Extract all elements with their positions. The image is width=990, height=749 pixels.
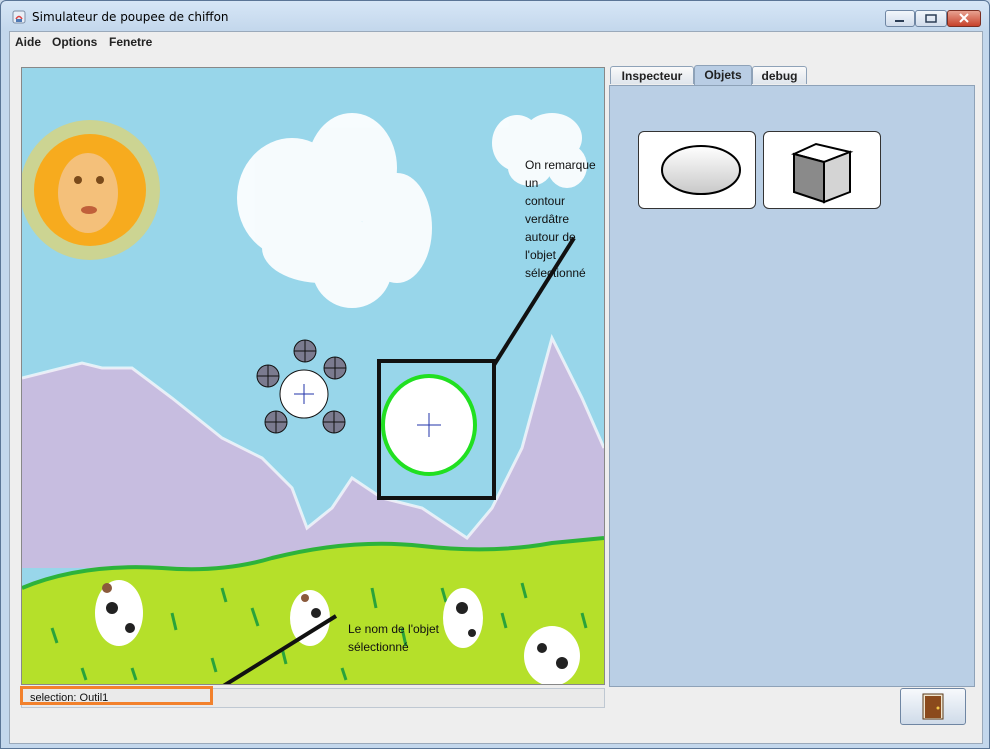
cube-tool-icon — [791, 142, 854, 204]
annotation-line: On remarque un — [525, 158, 596, 190]
tab-inspecteur[interactable]: Inspecteur — [610, 66, 694, 84]
menu-aide[interactable]: Aide — [15, 35, 41, 49]
ellipse-tool-button[interactable] — [638, 131, 756, 209]
door-icon — [922, 693, 944, 720]
sun-baby-face — [22, 120, 160, 260]
scene-canvas[interactable]: On remarque un contour verdâtre autour d… — [21, 67, 605, 685]
handle-icon — [293, 339, 317, 363]
annotation-line: sélectionné — [525, 266, 586, 280]
menu-options[interactable]: Options — [52, 35, 97, 49]
window-title: Simulateur de poupee de chiffon — [32, 10, 229, 24]
cow-1 — [95, 580, 143, 646]
annotation-name-note: Le nom de l'objet sélectionné — [348, 620, 439, 656]
tab-debug[interactable]: debug — [752, 66, 807, 84]
java-app-icon — [12, 10, 26, 24]
annotation-line: sélectionné — [348, 640, 409, 654]
maximize-icon — [925, 14, 937, 23]
minimize-button[interactable] — [885, 10, 915, 27]
tool-circle-unselected[interactable] — [279, 369, 329, 419]
handle-icon — [264, 410, 288, 434]
maximize-button[interactable] — [915, 10, 947, 27]
handle-icon — [322, 410, 346, 434]
objects-panel — [609, 85, 975, 687]
menu-bar: Aide Options Fenetre — [10, 32, 982, 52]
annotation-selection-box — [20, 686, 213, 705]
annotation-line: contour verdâtre — [525, 194, 570, 226]
cow-2 — [290, 590, 330, 646]
cube-tool-button[interactable] — [763, 131, 881, 209]
handle-icon — [256, 364, 280, 388]
menu-fenetre[interactable]: Fenetre — [109, 35, 152, 49]
exit-button[interactable] — [900, 688, 966, 725]
app-window: Simulateur de poupee de chiffon Aide Opt… — [0, 0, 990, 749]
minimize-icon — [895, 20, 904, 22]
annotation-line: Le nom de l'objet — [348, 622, 440, 636]
ellipse-tool-icon — [661, 145, 741, 195]
client-area: Aide Options Fenetre On remarque un cont… — [9, 31, 983, 744]
tool-circle-selected[interactable] — [381, 374, 477, 476]
scene-drawing[interactable] — [22, 68, 604, 684]
close-icon — [959, 13, 969, 23]
title-bar: Simulateur de poupee de chiffon — [1, 1, 989, 31]
handle-icon — [323, 356, 347, 380]
close-button[interactable] — [947, 10, 981, 27]
cow-4 — [524, 626, 580, 684]
tab-objets[interactable]: Objets — [694, 65, 752, 85]
annotation-outline-note: On remarque un contour verdâtre autour d… — [525, 156, 604, 282]
annotation-line: autour de l'objet — [525, 230, 576, 262]
cloud-left — [237, 113, 432, 308]
cow-3 — [443, 588, 483, 648]
